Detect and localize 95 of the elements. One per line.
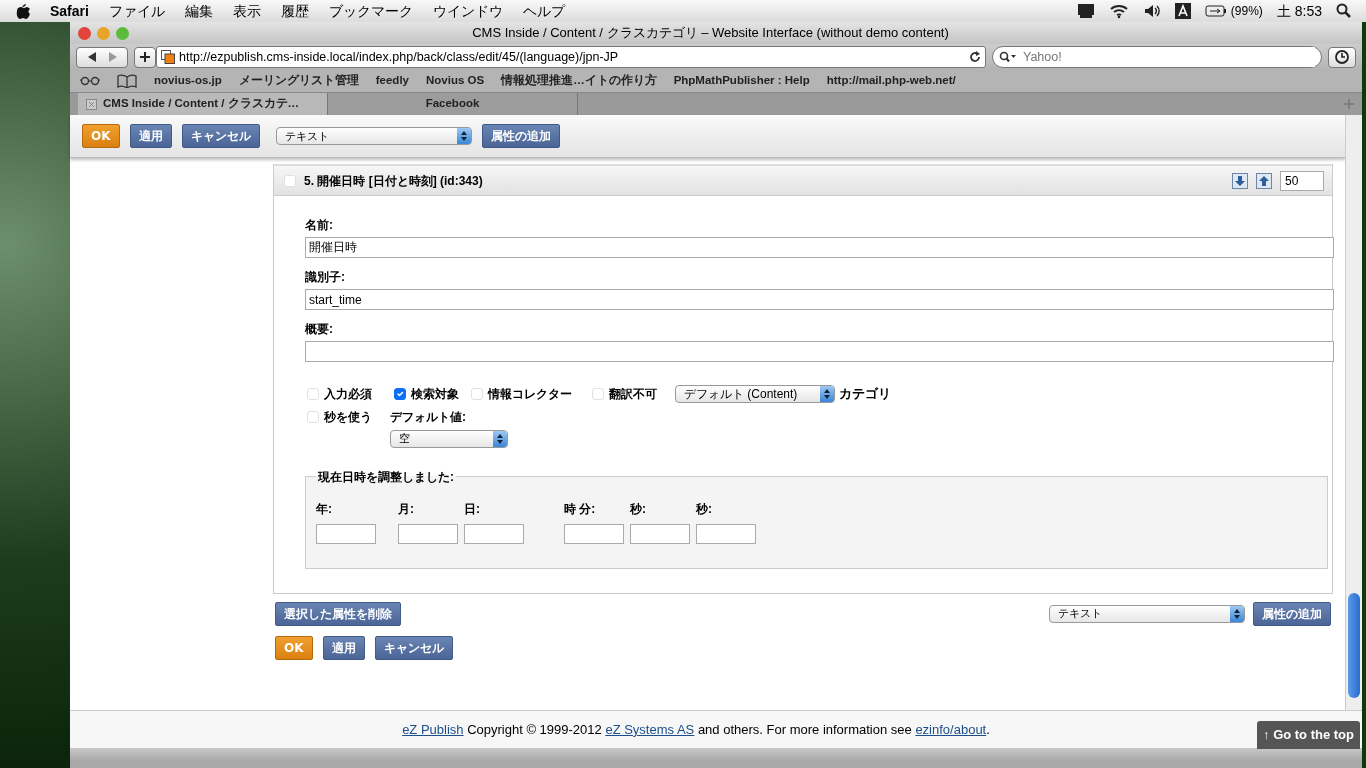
bookmark-link[interactable]: novius-os.jp (154, 72, 222, 90)
reload-icon[interactable] (969, 51, 981, 63)
footer-link[interactable]: eZ Publish (402, 721, 464, 737)
display-icon[interactable] (1076, 3, 1095, 19)
action-button[interactable]: 適用 (322, 635, 365, 660)
time-field-label: 月: (398, 500, 415, 518)
scrollbar[interactable] (1345, 115, 1362, 710)
url-text: http://ezpublish.cms-inside.local/index.php/back/class/edit/45/(language)/jpn-JP (179, 48, 620, 66)
bookmark-link[interactable]: feedly (375, 72, 409, 90)
action-button[interactable]: キャンセル (374, 635, 453, 660)
back-arrow-icon[interactable] (86, 52, 97, 62)
battery-percentage: (99%) (1230, 3, 1263, 20)
field-label: 概要: (305, 321, 334, 338)
menu-item[interactable]: 履歴 (280, 0, 309, 22)
history-button[interactable] (1328, 46, 1356, 68)
plus-icon (139, 51, 151, 63)
address-field[interactable]: http://ezpublish.cms-inside.local/index.php/back/class/edit/45/(language)/jpn-JP (156, 46, 986, 68)
text-field[interactable]: 開催日時 (305, 237, 1334, 258)
close-window-button[interactable] (78, 26, 91, 40)
menu-item[interactable]: ウインドウ (432, 0, 503, 22)
window-title: CMS Inside / Content / クラスカテゴリ – Website Interface (without demo content) (471, 24, 950, 43)
category-label: カテゴリ (839, 385, 891, 403)
go-to-top-button[interactable]: ↑ Go to the top (1257, 721, 1360, 749)
search-icon (999, 51, 1017, 63)
browser-tab[interactable]: CMS Inside / Content / クラスカテ… (78, 93, 328, 115)
add-bookmark-button[interactable] (134, 46, 156, 68)
glasses-icon[interactable] (80, 76, 100, 86)
forward-arrow-icon[interactable] (107, 52, 118, 62)
book-icon[interactable] (117, 74, 137, 88)
clock-icon (1335, 50, 1349, 64)
time-input-field[interactable] (696, 523, 756, 544)
menu-item[interactable]: 表示 (232, 0, 261, 22)
priority-field[interactable]: 50 (1280, 170, 1324, 191)
footer-link[interactable]: eZ Systems AS (605, 721, 695, 737)
field-label: 名前: (305, 217, 334, 234)
menu-item[interactable]: 編集 (184, 0, 213, 22)
text-field[interactable] (305, 341, 1334, 362)
text-field[interactable]: start_time (305, 289, 1334, 310)
select-checkbox[interactable] (284, 174, 296, 187)
menu-item[interactable]: ヘルプ (522, 0, 565, 22)
option-label: 情報コレクター (488, 385, 572, 403)
dropdown[interactable]: 空 (390, 429, 508, 448)
action-button[interactable]: キャンセル (181, 124, 260, 148)
bookmark-link[interactable]: メーリングリスト管理 (238, 72, 359, 90)
time-input-field[interactable] (564, 523, 624, 544)
dropdown[interactable]: デフォルト (Content) (675, 384, 835, 403)
add-attribute-button[interactable]: 属性の追加 (481, 124, 560, 148)
bookmark-link[interactable]: 情報処理推進…イトの作り方 (501, 72, 657, 90)
menu-item[interactable]: ファイル (108, 0, 165, 22)
fieldset-legend: 現在日時を調整しました: (316, 467, 456, 486)
stepper-arrows-icon (497, 433, 503, 444)
action-button[interactable]: 適用 (129, 124, 172, 148)
field-label: 識別子: (305, 269, 346, 286)
option-label: 翻訳不可 (609, 385, 657, 403)
time-field-label: 秒: (630, 500, 647, 518)
add-attribute-button[interactable]: 属性の追加 (1253, 601, 1331, 626)
input-method-icon[interactable] (1174, 3, 1191, 19)
time-input-field[interactable] (630, 523, 690, 544)
option-label: 検索対象 (411, 385, 459, 403)
volume-icon[interactable] (1142, 3, 1161, 19)
wifi-icon[interactable] (1108, 3, 1129, 19)
option-checkbox[interactable] (394, 387, 406, 400)
back-forward-buttons[interactable] (76, 46, 128, 68)
dropdown[interactable]: テキスト (1049, 604, 1245, 623)
time-field-label: 時 分: (564, 500, 597, 518)
footer-text: eZ Publish Copyright © 1999-2012 eZ Systems AS and others. For more information see ezinfo/about. (402, 720, 990, 739)
app-menu[interactable]: Safari (50, 0, 89, 22)
stepper-arrows-icon (1234, 608, 1240, 619)
option-label: 入力必須 (324, 385, 372, 403)
remove-selected-button[interactable]: 選択した属性を削除 (275, 601, 401, 626)
default-value-label: デフォルト値: (390, 408, 467, 426)
time-input-field[interactable] (464, 523, 524, 544)
dropdown[interactable]: テキスト (275, 127, 472, 145)
apple-icon[interactable] (14, 2, 30, 20)
battery-icon[interactable] (1204, 5, 1227, 17)
time-field-label: 秒: (696, 500, 713, 518)
time-input-field[interactable] (398, 523, 458, 544)
stepper-arrows-icon (824, 388, 830, 399)
search-icon[interactable] (1336, 3, 1352, 19)
attribute-title: 5. 開催日時 [日付と時刻] (id:343) (304, 172, 483, 190)
tab-close-icon[interactable] (86, 98, 97, 110)
time-field-label: 日: (464, 500, 481, 518)
time-field-label: 年: (316, 500, 333, 518)
stepper-arrows-icon (460, 131, 467, 141)
bookmark-link[interactable]: Novius OS (426, 72, 485, 90)
move-up-icon[interactable] (1256, 172, 1272, 189)
page-icon (161, 50, 175, 64)
menu-clock[interactable]: 土 8:53 (1276, 0, 1322, 22)
option-label: 秒を使う (324, 408, 372, 426)
menu-item[interactable]: ブックマーク (328, 0, 413, 22)
bookmark-link[interactable]: PhpMathPublisher : Help (673, 72, 810, 90)
search-field[interactable]: Yahoo! (992, 46, 1322, 68)
time-input-field[interactable] (316, 523, 376, 544)
move-down-icon[interactable] (1232, 172, 1248, 189)
bookmark-link[interactable]: http://mail.php-web.net/ (826, 72, 956, 90)
